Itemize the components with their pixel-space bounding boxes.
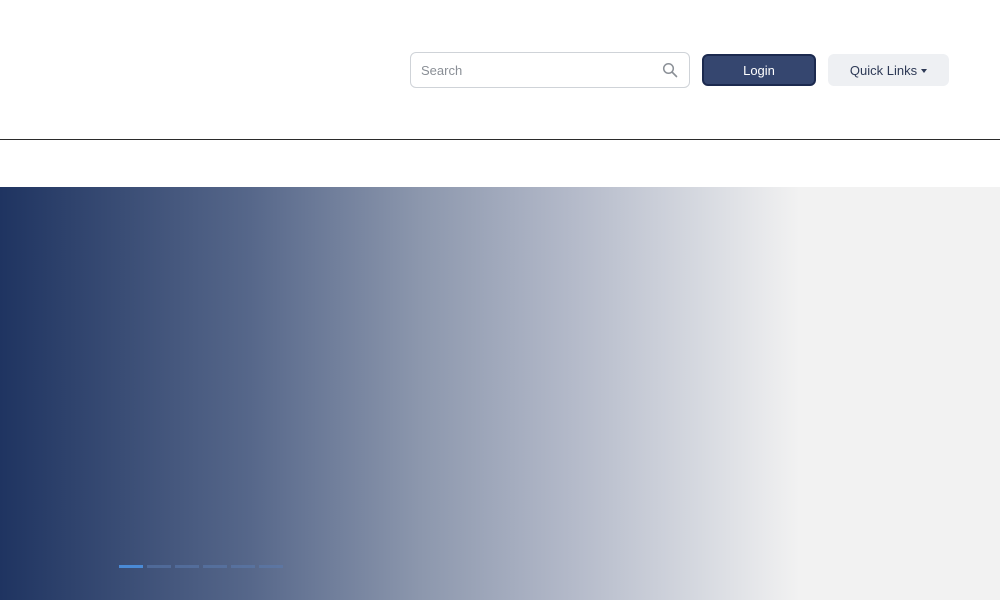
- carousel-indicator[interactable]: [203, 565, 227, 568]
- carousel-indicator[interactable]: [175, 565, 199, 568]
- carousel-indicator[interactable]: [259, 565, 283, 568]
- carousel-indicator[interactable]: [119, 565, 143, 568]
- login-button[interactable]: Login: [702, 54, 816, 86]
- search-icon[interactable]: [661, 61, 679, 79]
- site-header: Login Quick Links: [0, 0, 1000, 140]
- login-button-label: Login: [743, 62, 775, 78]
- carousel-indicator[interactable]: [147, 565, 171, 568]
- search-input[interactable]: [421, 53, 661, 87]
- carousel-indicator[interactable]: [231, 565, 255, 568]
- carousel-indicators: [119, 565, 283, 568]
- quick-links-dropdown[interactable]: Quick Links: [828, 54, 949, 86]
- caret-down-icon: [921, 68, 928, 73]
- quick-links-label: Quick Links: [849, 62, 918, 78]
- search-box[interactable]: [410, 52, 690, 88]
- hero-banner: [0, 187, 1000, 600]
